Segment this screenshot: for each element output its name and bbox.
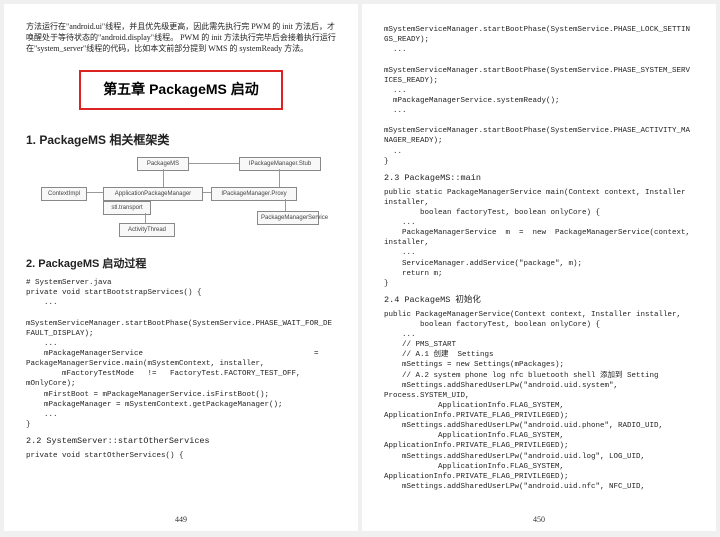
diagram-line [203,192,211,193]
code-block-startbootstrap: # SystemServer.java private void startBo… [26,278,336,430]
code-block-main: public static PackageManagerService main… [384,188,694,289]
page-number-left: 449 [4,514,358,525]
intro-paragraph: 方法运行在"android.ui"线程，并且优先级更高，因此需先执行完 PWM … [26,22,336,54]
page-number-right: 450 [362,514,716,525]
diagram-line [163,169,164,187]
section-2-title: 2. PackageMS 启动过程 [26,257,336,272]
chapter-wrap: 第五章 PackageMS 启动 [26,64,336,124]
diagram-line [279,169,280,187]
code-block-startother: private void startOtherServices() { [26,451,336,461]
diagram-line [285,199,286,211]
diagram-box-transport: stl.transport [103,201,151,215]
chapter-title-box: 第五章 PackageMS 启动 [79,70,283,110]
left-page: 方法运行在"android.ui"线程，并且优先级更高，因此需先执行完 PWM … [4,4,358,531]
diagram-box-pkgmgrservice: PackageManagerService [257,211,319,225]
diagram-box-activitythread: ActivityThread [119,223,175,237]
diagram-box-stub: IPackageManager.Stub [239,157,321,171]
page-spread: 方法运行在"android.ui"线程，并且优先级更高，因此需先执行完 PWM … [0,0,720,535]
subsection-2-2: 2.2 SystemServer::startOtherServices [26,436,336,448]
diagram-box-contextimpl: ContextImpl [41,187,87,201]
diagram-line [87,192,103,193]
right-page: mSystemServiceManager.startBootPhase(Sys… [362,4,716,531]
diagram-box-apppkgmgr: ApplicationPackageManager [103,187,203,201]
subsection-2-4: 2.4 PackageMS 初始化 [384,295,694,307]
code-block-init: public PackageManagerService(Context con… [384,310,694,492]
section-1-title: 1. PackageMS 相关框架类 [26,132,336,149]
subsection-2-3: 2.3 PackageMS::main [384,173,694,185]
code-block-bootphases: mSystemServiceManager.startBootPhase(Sys… [384,25,694,167]
class-diagram: PackageMS IPackageManager.Stub ContextIm… [41,157,321,247]
diagram-line [189,163,239,164]
diagram-line [145,213,146,223]
